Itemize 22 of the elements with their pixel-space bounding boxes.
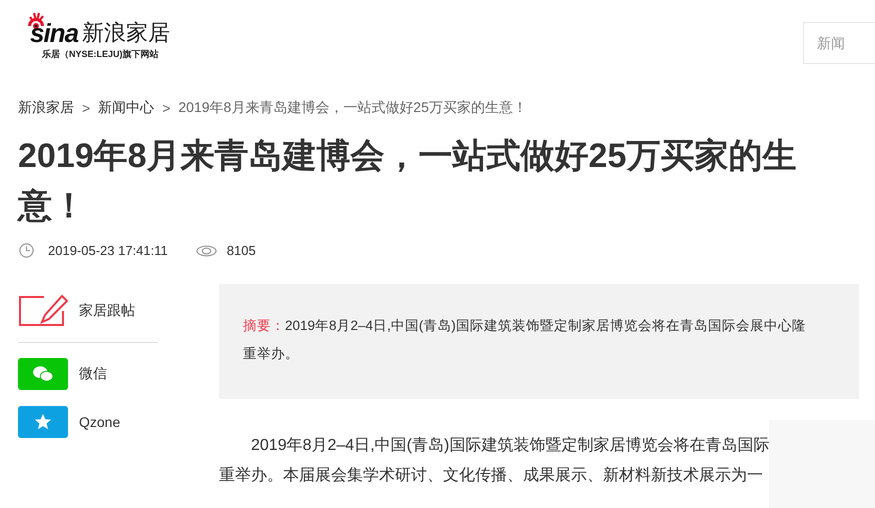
breadcrumb-separator-icon: > [82, 100, 90, 116]
body-text: 2019年8月2–4日,中国(青岛)国际建筑装饰暨定制家居博览会将在青岛国际 [250, 436, 770, 456]
breadcrumb-link[interactable]: 新闻中心 [98, 99, 154, 117]
pencil-icon[interactable] [18, 295, 68, 327]
share-label[interactable]: 微信 [79, 365, 107, 383]
breadcrumb-separator-icon: > [162, 100, 170, 116]
logo-tagline: 乐居（NYSE:LEJU)旗下网站 [42, 48, 160, 61]
wechat-icon[interactable] [18, 358, 68, 390]
logo-brand: sina [30, 20, 78, 46]
clock-icon [19, 243, 34, 258]
breadcrumb-link[interactable]: 2019年8月来青岛建博会，一站式做好25万买家的生意！ [178, 99, 527, 117]
share-label[interactable]: 家居跟帖 [79, 302, 135, 320]
breadcrumb-link[interactable]: 新浪家居 [18, 99, 74, 117]
summary-text: 摘要：2019年8月2–4日,中国(青岛)国际建筑装饰暨定制家居博览会将在青岛国际会展中心隆重举办。 [243, 317, 807, 363]
view-count: 8105 [226, 243, 256, 258]
body-text: 重举办。本届展会集学术研讨、文化传播、成果展示、新材料新技术展示为一 [219, 466, 764, 486]
publish-time: 2019-05-23 17:41:11 [48, 243, 168, 258]
eye-icon [196, 244, 217, 256]
search-field[interactable]: 新闻 [803, 22, 875, 64]
article-title: 2019年8月来青岛建博会，一站式做好25万买家的生意！ [18, 136, 798, 227]
logo-site-name: 新浪家居 [82, 20, 170, 46]
share-label[interactable]: Qzone [79, 414, 120, 430]
